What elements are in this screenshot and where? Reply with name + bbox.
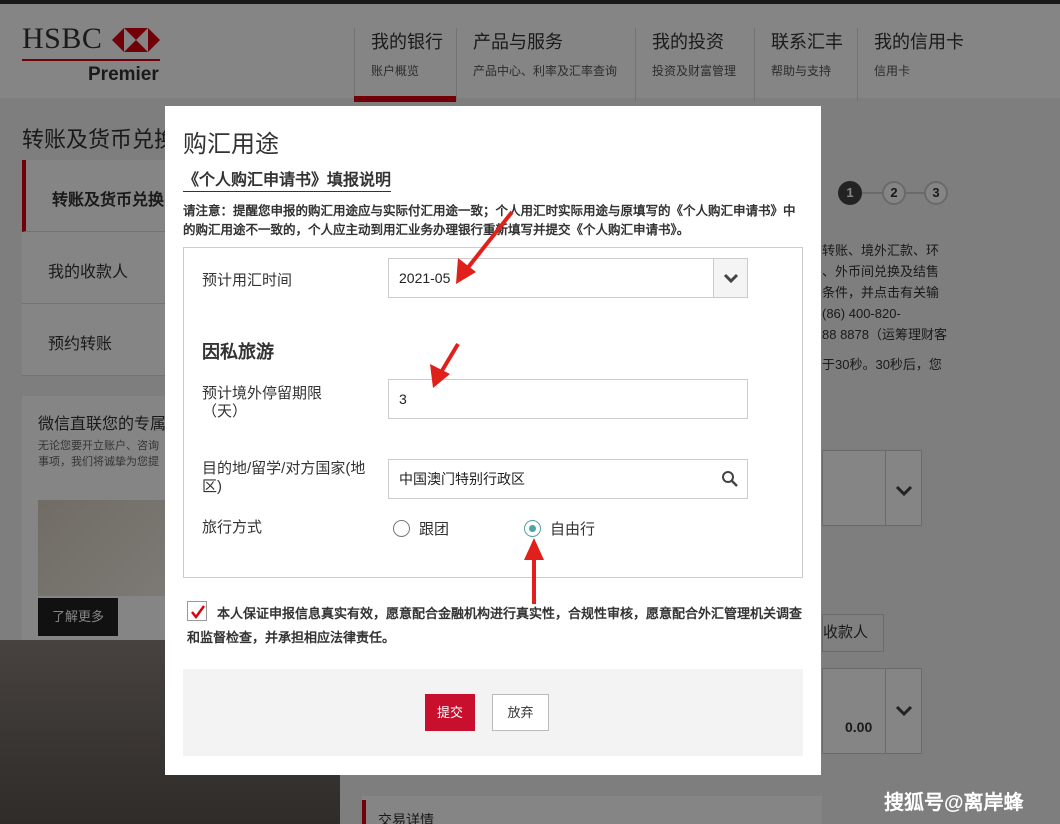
select-toggle[interactable] xyxy=(713,259,747,297)
fx-time-value: 2021-05 xyxy=(399,270,451,286)
radio-button[interactable] xyxy=(393,520,410,537)
destination-label: 目的地/留学/对方国家(地区) xyxy=(202,460,366,495)
destination-value: 中国澳门特别行政区 xyxy=(399,471,525,487)
purpose-form-panel: 预计用汇时间 2021-05 因私旅游 预计境外停留期限（天） 3 目的地/留学… xyxy=(183,247,803,578)
travel-mode-label: 旅行方式 xyxy=(202,519,263,536)
stay-duration-value: 3 xyxy=(399,391,407,407)
submit-button[interactable]: 提交 xyxy=(425,694,475,731)
radio-button-selected[interactable] xyxy=(524,520,541,537)
fx-time-select[interactable]: 2021-05 xyxy=(388,258,748,298)
modal-actions: 提交 放弃 xyxy=(183,669,803,756)
watermark-text: 搜狐号@离岸蜂 xyxy=(884,792,1024,814)
purpose-category-heading: 因私旅游 xyxy=(202,342,274,362)
stay-duration-label: 预计境外停留期限（天） xyxy=(202,385,323,420)
fx-time-label: 预计用汇时间 xyxy=(202,272,293,289)
fx-purpose-modal: 购汇用途 《个人购汇申请书》填报说明 请注意：提醒您申报的购汇用途应与实际付汇用… xyxy=(165,106,821,775)
stay-duration-input[interactable]: 3 xyxy=(388,379,748,419)
destination-input[interactable]: 中国澳门特别行政区 xyxy=(388,459,748,499)
declaration-text: 本人保证申报信息真实有效，愿意配合金融机构进行真实性，合规性审核，愿意配合外汇管… xyxy=(187,606,803,645)
application-instructions-link[interactable]: 《个人购汇申请书》填报说明 xyxy=(183,166,392,192)
modal-title: 购汇用途 xyxy=(183,131,279,158)
search-icon[interactable] xyxy=(721,470,739,488)
cancel-button[interactable]: 放弃 xyxy=(492,694,549,731)
purpose-note: 请注意：提醒您申报的购汇用途应与实际付汇用途一致；个人用汇时实际用途与原填写的《… xyxy=(183,204,796,237)
